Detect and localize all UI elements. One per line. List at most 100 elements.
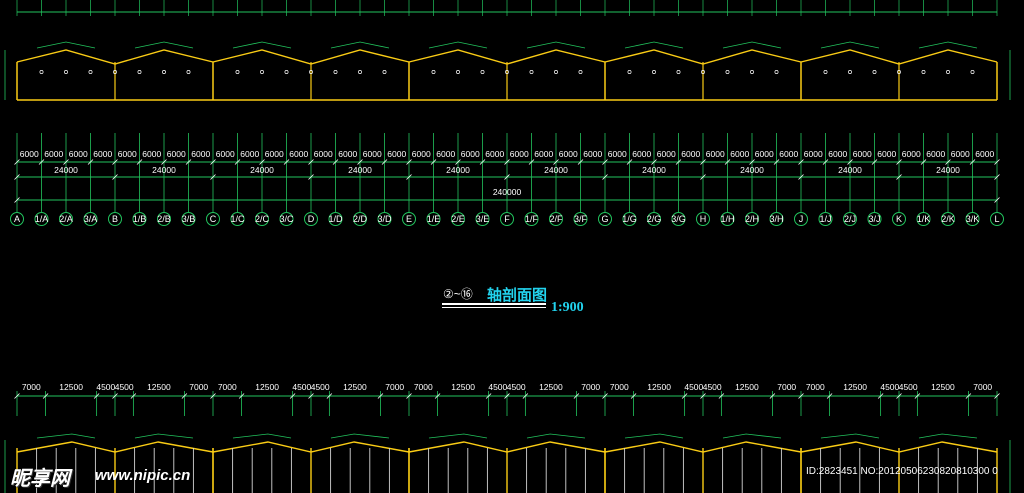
bottom-slope-dim	[526, 433, 586, 439]
bay-dim-value: 6000	[877, 149, 896, 159]
axis-label: 3/B	[182, 214, 196, 224]
bay-dim-value: 6000	[289, 149, 308, 159]
bottom-dim-value: 7000	[189, 382, 208, 392]
bottom-slope-dim	[232, 433, 292, 439]
axis-label: 2/A	[59, 214, 73, 224]
bay-dim-value: 6000	[681, 149, 700, 159]
purlin-mark	[456, 70, 460, 74]
purlin-mark	[750, 70, 754, 74]
axis-label: L	[994, 214, 999, 224]
bottom-dim-value: 12500	[59, 382, 83, 392]
bottom-dim-value: 4500	[311, 382, 330, 392]
bottom-dim-value: 12500	[843, 382, 867, 392]
bay-dim-value: 6000	[461, 149, 480, 159]
bay-dim-value: 6000	[436, 149, 455, 159]
bay-dim-value: 6000	[657, 149, 676, 159]
total-dim-value: 240000	[493, 187, 522, 197]
bottom-dim-value: 12500	[735, 382, 759, 392]
bay-dim-value: 6000	[387, 149, 406, 159]
bottom-slope-dim	[820, 433, 880, 439]
purlin-mark	[627, 70, 632, 74]
bottom-dim-value: 12500	[255, 382, 279, 392]
purlin-mark	[186, 70, 191, 74]
axis-label: 2/E	[451, 214, 465, 224]
bottom-slope-dim	[428, 433, 488, 439]
axis-label: 3/K	[966, 214, 980, 224]
bay-dim-value: 6000	[191, 149, 210, 159]
slope-dim	[820, 41, 880, 49]
axis-label: 2/H	[745, 214, 759, 224]
watermark-url: www.nipic.cn	[95, 467, 191, 484]
purlin-mark	[774, 70, 779, 74]
bay-dim-value: 6000	[706, 149, 725, 159]
purlin-mark	[921, 70, 926, 74]
bottom-dim-value: 12500	[343, 382, 367, 392]
span-dim-value: 24000	[838, 165, 862, 175]
axis-label: 1/F	[525, 214, 539, 224]
bottom-dim-value: 4500	[115, 382, 134, 392]
bottom-dim-value: 4500	[684, 382, 703, 392]
bottom-slope-dim	[330, 433, 390, 439]
bay-dim-value: 6000	[412, 149, 431, 159]
axis-label: J	[799, 214, 804, 224]
bottom-dim-value: 7000	[806, 382, 825, 392]
slope-dim	[918, 41, 978, 49]
bottom-dim-value: 4500	[292, 382, 311, 392]
axis-label: 2/K	[941, 214, 955, 224]
bay-dim-value: 6000	[338, 149, 357, 159]
bay-dim-value: 6000	[853, 149, 872, 159]
purlin-mark	[848, 70, 852, 74]
purlin-mark	[162, 70, 166, 74]
axis-label: H	[700, 214, 707, 224]
axis-label: 2/B	[157, 214, 171, 224]
bottom-dim-value: 12500	[451, 382, 475, 392]
purlin-mark	[970, 70, 975, 74]
purlin-mark	[358, 70, 362, 74]
axis-label: D	[308, 214, 315, 224]
roof-rafter	[800, 49, 998, 65]
purlin-mark	[529, 70, 534, 74]
drawing-scale: 1:900	[551, 300, 584, 315]
purlin-mark	[64, 70, 68, 74]
axis-label: F	[504, 214, 510, 224]
axis-label: K	[896, 214, 902, 224]
axis-label: 3/E	[476, 214, 490, 224]
axis-label: 3/F	[574, 214, 588, 224]
bay-dim-value: 6000	[534, 149, 553, 159]
drawing-title: 轴剖面图	[487, 286, 548, 304]
bottom-dim-value: 4500	[507, 382, 526, 392]
axis-label: B	[112, 214, 118, 224]
cad-sections-svg: 6000 6000 6000 6000 6000 6000 6000 6000 6000 6000…	[4, 0, 1011, 493]
bay-dim-value: 6000	[975, 149, 994, 159]
bay-dim-value: 6000	[559, 149, 578, 159]
axis-label: 2/C	[255, 214, 270, 224]
purlin-mark	[480, 70, 485, 74]
purlin-mark	[333, 70, 338, 74]
axis-label: 1/K	[917, 214, 931, 224]
purlin-mark	[652, 70, 656, 74]
bottom-dim-value: 12500	[539, 382, 563, 392]
purlin-mark	[725, 70, 730, 74]
bay-dim-value: 6000	[20, 149, 39, 159]
bottom-dim-value: 7000	[973, 382, 992, 392]
purlin-mark	[823, 70, 828, 74]
watermark-logo: 昵享网	[10, 466, 70, 490]
purlin-mark	[554, 70, 558, 74]
axis-label: 1/B	[133, 214, 147, 224]
slope-dim	[330, 41, 390, 49]
bottom-dim-value: 4500	[488, 382, 507, 392]
bottom-slope-dim	[918, 433, 978, 439]
span-dim-value: 24000	[544, 165, 568, 175]
bay-dim-value: 6000	[265, 149, 284, 159]
bottom-dim-value: 7000	[218, 382, 237, 392]
axis-label: 2/J	[844, 214, 856, 224]
purlin-mark	[676, 70, 681, 74]
watermark-id: ID:2823451 NO:20120506230820810300 0	[806, 466, 998, 477]
span-dim-value: 24000	[740, 165, 764, 175]
top-section-frames	[4, 0, 1011, 101]
axis-label: C	[210, 214, 217, 224]
bottom-dim-value: 4500	[899, 382, 918, 392]
span-dim-value: 24000	[348, 165, 372, 175]
bottom-slope-dim	[36, 433, 96, 439]
bottom-dim-value: 7000	[777, 382, 796, 392]
